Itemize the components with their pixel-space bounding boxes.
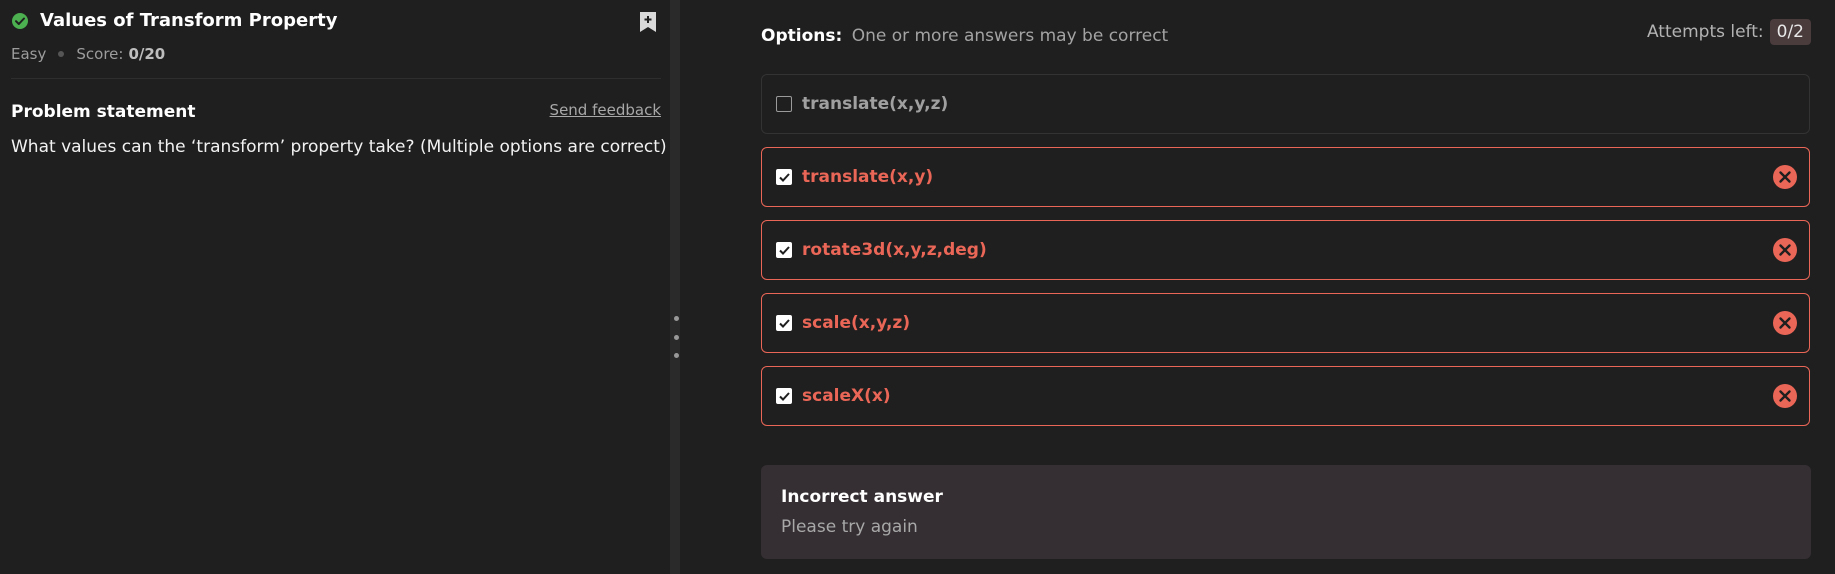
options-pane: Options: One or more answers may be corr… [680, 0, 1835, 574]
option-label: rotate3d(x,y,z,deg) [802, 240, 987, 260]
option-item[interactable]: translate(x,y) [761, 147, 1810, 207]
checkmark-icon [779, 173, 790, 182]
checkmark-icon [779, 246, 790, 255]
option-checkbox[interactable] [776, 96, 792, 112]
options-hint: One or more answers may be correct [851, 26, 1169, 46]
options-header: Options: One or more answers may be corr… [761, 26, 1168, 46]
difficulty-label: Easy [11, 45, 47, 63]
attempts-value: 0/2 [1769, 19, 1811, 45]
result-title: Incorrect answer [781, 487, 943, 507]
problem-meta: Easy Score: 0/20 [11, 45, 165, 63]
result-feedback-box: Incorrect answer Please try again [761, 465, 1811, 559]
result-subtitle: Please try again [781, 517, 918, 537]
option-checkbox[interactable] [776, 388, 792, 404]
problem-pane: Values of Transform Property Easy Score:… [0, 0, 670, 574]
option-label: translate(x,y) [802, 167, 934, 187]
options-label: Options: [761, 26, 843, 46]
drag-handle-icon[interactable] [672, 316, 680, 358]
option-label: translate(x,y,z) [802, 94, 949, 114]
option-checkbox[interactable] [776, 315, 792, 331]
attempts-indicator: Attempts left: 0/2 [1647, 19, 1811, 45]
option-label: scaleX(x) [802, 386, 891, 406]
score-label: Score: [76, 45, 124, 63]
option-checkbox[interactable] [776, 169, 792, 185]
option-item[interactable]: scaleX(x) [761, 366, 1810, 426]
incorrect-x-icon [1773, 384, 1797, 408]
option-item[interactable]: scale(x,y,z) [761, 293, 1810, 353]
divider-line [11, 78, 661, 79]
send-feedback-link[interactable]: Send feedback [550, 101, 661, 119]
score-value: 0/20 [128, 45, 166, 63]
incorrect-x-icon [1773, 238, 1797, 262]
problem-title: Values of Transform Property [40, 10, 338, 31]
attempts-label: Attempts left: [1646, 22, 1764, 42]
incorrect-x-icon [1773, 165, 1797, 189]
problem-title-row: Values of Transform Property [11, 10, 337, 31]
option-checkbox[interactable] [776, 242, 792, 258]
pane-divider[interactable] [670, 0, 680, 574]
checkmark-icon [779, 319, 790, 328]
option-label: scale(x,y,z) [802, 313, 911, 333]
question-text: What values can the ‘transform’ property… [11, 137, 667, 157]
incorrect-x-icon [1773, 311, 1797, 335]
option-item[interactable]: rotate3d(x,y,z,deg) [761, 220, 1810, 280]
problem-statement-heading: Problem statement [11, 102, 196, 122]
option-item[interactable]: translate(x,y,z) [761, 74, 1810, 134]
separator-dot [58, 51, 65, 57]
checkmark-icon [779, 392, 790, 401]
check-circle-icon [12, 12, 28, 29]
bookmark-add-icon[interactable] [637, 10, 659, 34]
